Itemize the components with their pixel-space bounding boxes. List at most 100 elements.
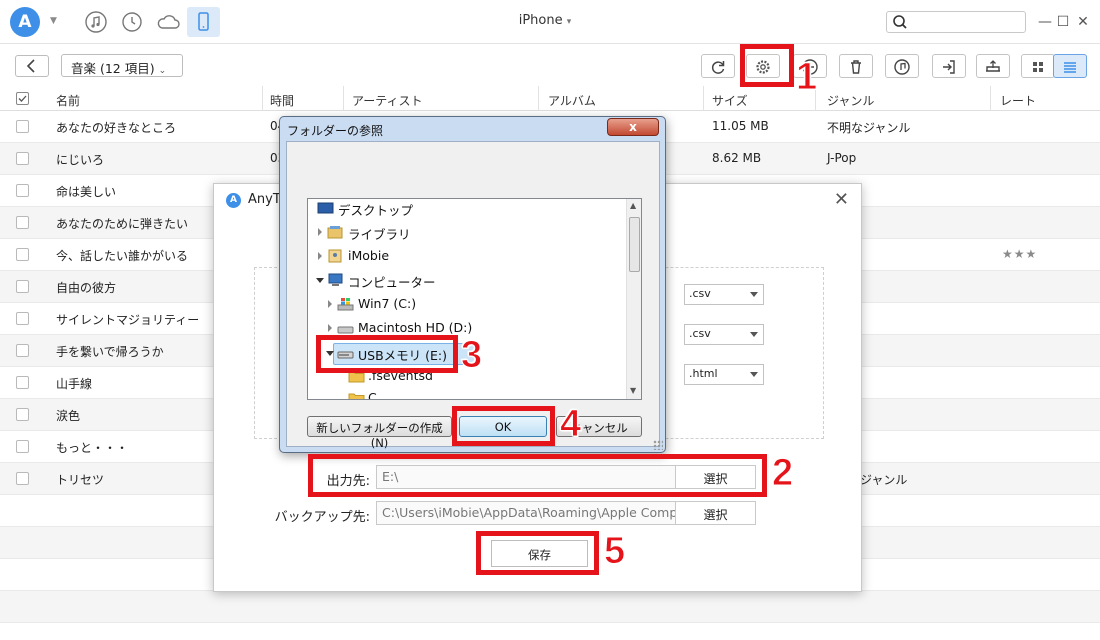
annotation-box-3 <box>316 335 458 373</box>
song-name: 手を繋いで帰ろうか <box>56 345 164 359</box>
windows-drive-icon <box>337 298 354 311</box>
scroll-thumb[interactable] <box>629 217 640 272</box>
backup-select-button[interactable]: 選択 <box>675 501 756 525</box>
hard-drive-icon <box>337 326 354 334</box>
chevron-down-icon[interactable]: ▼ <box>50 16 57 26</box>
song-name: トリセツ <box>56 473 105 487</box>
app-logo[interactable]: A <box>10 7 40 37</box>
close-icon[interactable]: ✕ <box>1074 13 1092 31</box>
checkmark-icon <box>18 95 27 102</box>
row-checkbox[interactable] <box>16 120 29 133</box>
annotation-box-1 <box>740 44 794 87</box>
format-select[interactable]: .csv <box>684 324 764 345</box>
row-checkbox[interactable] <box>16 344 29 357</box>
annotation-number-1: 1 <box>795 56 818 99</box>
device-selector[interactable]: iPhone ▾ <box>500 13 590 28</box>
library-icon <box>327 226 343 239</box>
expand-arrow-icon[interactable] <box>318 228 322 236</box>
format-select[interactable]: .csv <box>684 284 764 305</box>
rating-stars[interactable]: ★★★ <box>1002 247 1037 261</box>
annotation-number-5: 5 <box>603 530 626 573</box>
computer-icon <box>328 273 343 286</box>
row-checkbox[interactable] <box>16 216 29 229</box>
cloud-icon[interactable] <box>155 10 181 36</box>
annotation-box-2 <box>308 454 767 497</box>
empty-row <box>0 591 1100 623</box>
to-computer-button[interactable] <box>932 54 966 78</box>
list-view-button[interactable] <box>1053 54 1087 78</box>
column-divider[interactable] <box>990 86 991 111</box>
song-genre: J-Pop <box>827 151 857 165</box>
top-bar: A ▼ iPhone ▾ — ☐ ✕ <box>0 0 1100 44</box>
row-checkbox[interactable] <box>16 184 29 197</box>
col-size[interactable]: サイズ <box>712 92 748 109</box>
folder-icon <box>348 393 365 399</box>
column-divider[interactable] <box>343 86 344 111</box>
expand-arrow-icon[interactable] <box>318 252 322 260</box>
row-checkbox[interactable] <box>16 376 29 389</box>
row-checkbox[interactable] <box>16 152 29 165</box>
row-checkbox[interactable] <box>16 440 29 453</box>
chevron-down-icon <box>750 332 758 337</box>
category-select[interactable]: 音楽 (12 項目) ⌄ <box>61 54 183 77</box>
chevron-down-icon <box>750 372 758 377</box>
column-divider[interactable] <box>703 86 704 111</box>
music-note-icon[interactable] <box>84 10 110 36</box>
col-artist[interactable]: アーティスト <box>352 92 423 109</box>
table-header: 名前 時間 アーティスト アルバム サイズ ジャンル レート <box>0 86 1100 111</box>
row-checkbox[interactable] <box>16 280 29 293</box>
annotation-box-4 <box>452 406 555 446</box>
grid-view-icon <box>1033 62 1043 72</box>
row-checkbox[interactable] <box>16 248 29 261</box>
backup-path-field[interactable]: C:\Users\iMobie\AppData\Roaming\Apple Co… <box>376 501 676 525</box>
col-rating[interactable]: レート <box>1000 92 1036 109</box>
app-logo: A <box>226 193 241 208</box>
delete-button[interactable] <box>839 54 873 78</box>
expand-arrow-icon[interactable] <box>328 324 332 332</box>
scroll-up-icon[interactable]: ▲ <box>630 201 636 210</box>
row-checkbox[interactable] <box>16 408 29 421</box>
delete-icon <box>851 60 861 74</box>
col-genre[interactable]: ジャンル <box>827 92 874 109</box>
select-all-checkbox[interactable] <box>16 92 29 105</box>
row-checkbox[interactable] <box>16 472 29 485</box>
scroll-down-icon[interactable]: ▼ <box>630 386 636 395</box>
annotation-box-5 <box>476 531 599 575</box>
search-input[interactable] <box>886 11 1026 33</box>
close-icon[interactable]: x <box>607 118 659 136</box>
song-name: 涙色 <box>56 409 81 423</box>
tree-scrollbar[interactable]: ▲ ▼ <box>626 199 641 399</box>
minimize-icon[interactable]: — <box>1036 13 1054 31</box>
row-checkbox[interactable] <box>16 312 29 325</box>
column-divider[interactable] <box>262 86 263 111</box>
history-icon[interactable] <box>120 10 146 36</box>
song-name: 今、話したい誰かがいる <box>56 249 189 263</box>
column-divider[interactable] <box>538 86 539 111</box>
refresh-button[interactable] <box>701 54 735 78</box>
expand-arrow-icon[interactable] <box>328 300 332 308</box>
song-name: あなたの好きなところ <box>56 121 177 135</box>
folder-dialog-title: フォルダーの参照 <box>287 124 384 138</box>
close-icon[interactable]: ✕ <box>834 189 849 210</box>
col-album[interactable]: アルバム <box>548 92 596 109</box>
maximize-icon[interactable]: ☐ <box>1054 13 1072 31</box>
to-device-button[interactable] <box>976 54 1010 78</box>
resize-grip-icon[interactable] <box>653 440 663 450</box>
folder-browse-dialog: フォルダーの参照 x デスクトップ ライブラリ iMobie コンピューター W… <box>279 116 666 453</box>
col-time[interactable]: 時間 <box>270 92 294 109</box>
back-button[interactable] <box>15 55 49 77</box>
song-name: サイレントマジョリティー <box>56 313 200 327</box>
song-genre: ジャンル <box>860 473 908 487</box>
backup-label: バックアップ先: <box>274 510 370 525</box>
add-to-itunes-button[interactable] <box>885 54 919 78</box>
grid-view-button[interactable] <box>1021 54 1055 78</box>
iphone-icon[interactable] <box>187 7 220 37</box>
new-folder-button[interactable]: 新しいフォルダーの作成(N) <box>307 416 452 450</box>
song-name: 命は美しい <box>56 185 117 199</box>
format-select[interactable]: .html <box>684 364 764 385</box>
to-device-icon <box>986 60 1000 72</box>
add-to-itunes-icon <box>894 59 910 75</box>
collapse-arrow-icon[interactable] <box>316 278 324 283</box>
desktop-icon <box>317 202 334 214</box>
col-name[interactable]: 名前 <box>56 92 80 109</box>
